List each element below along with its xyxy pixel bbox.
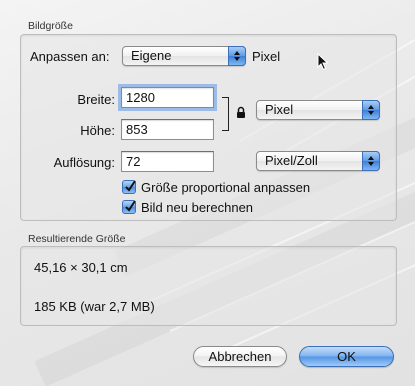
resolution-label: Auflösung: — [53, 155, 115, 170]
proportional-label[interactable]: Größe proportional anpassen — [141, 180, 310, 195]
checkmark-icon — [125, 180, 136, 192]
proportion-bracket — [222, 97, 229, 131]
result-group — [20, 246, 397, 326]
width-label: Breite: — [77, 92, 115, 107]
result-group-title: Resultierende Größe — [28, 233, 126, 245]
lock-icon — [236, 106, 246, 124]
ok-button[interactable]: OK — [299, 346, 394, 367]
result-dimensions: 45,16 × 30,1 cm — [34, 260, 128, 275]
cancel-button[interactable]: Abbrechen — [193, 346, 287, 367]
proportional-checkbox[interactable] — [122, 180, 136, 194]
size-unit-value: Pixel — [265, 102, 294, 117]
resolution-unit-popup[interactable]: Pixel/Zoll — [256, 151, 380, 171]
width-field[interactable]: 1280 — [121, 87, 214, 108]
size-unit-popup[interactable]: Pixel — [256, 100, 380, 120]
resolution-field[interactable]: 72 — [121, 151, 214, 172]
result-filesize: 185 KB (war 2,7 MB) — [34, 299, 155, 314]
popup-arrows-icon — [362, 151, 380, 171]
resample-checkbox[interactable] — [122, 200, 136, 214]
resolution-unit-value: Pixel/Zoll — [265, 153, 318, 168]
fit-popup-value: Eigene — [131, 48, 172, 63]
image-size-group-title: Bildgröße — [28, 20, 73, 32]
fit-unit-label: Pixel — [252, 49, 281, 64]
popup-arrows-icon — [228, 46, 246, 66]
mouse-cursor-icon — [317, 52, 329, 76]
height-field[interactable]: 853 — [121, 119, 214, 140]
popup-arrows-icon — [362, 100, 380, 120]
fit-popup[interactable]: Eigene — [122, 46, 246, 66]
checkmark-icon — [125, 200, 136, 212]
resample-label[interactable]: Bild neu berechnen — [141, 200, 253, 215]
fit-label: Anpassen an: — [30, 49, 110, 64]
height-label: Höhe: — [80, 123, 115, 138]
